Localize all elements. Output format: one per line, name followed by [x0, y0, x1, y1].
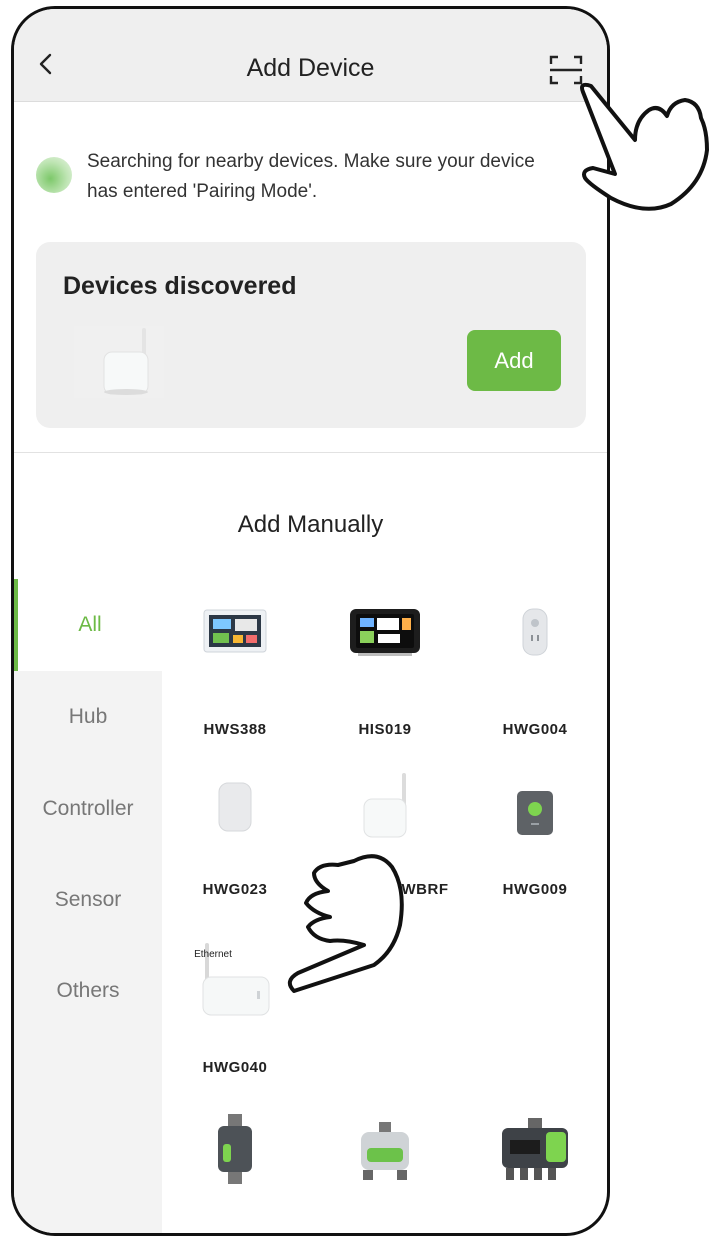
valve-controller-icon [517, 791, 553, 835]
category-hub[interactable]: Hub [14, 671, 162, 763]
device-label: HWS388 [203, 721, 267, 738]
device-multi-zone-timer[interactable] [465, 1114, 605, 1214]
category-others[interactable]: Others [14, 945, 162, 1037]
category-sensor[interactable]: Sensor [14, 854, 162, 946]
phone-frame: Add Device Searching for nearby devices.… [11, 6, 610, 1236]
discovered-title: Devices discovered [63, 272, 297, 300]
device-hwg004[interactable]: HWG004 [465, 599, 605, 739]
discovered-device-image [74, 326, 164, 398]
add-button[interactable]: Add [467, 330, 561, 391]
image-label: Ethernet [194, 949, 232, 960]
device-hose-timer[interactable] [315, 1114, 455, 1214]
device-water-timer[interactable] [165, 1114, 305, 1214]
hose-timer-icon [361, 1122, 409, 1180]
category-controller[interactable]: Controller [14, 763, 162, 855]
search-message: Searching for nearby devices. Make sure … [87, 151, 535, 202]
device-label: HWG004 [502, 721, 568, 738]
smart-plug-icon [522, 608, 548, 656]
device-label: HWG009 [502, 881, 568, 898]
device-his019[interactable]: HIS019 [315, 599, 455, 739]
device-hwg009[interactable]: HWG009 [465, 769, 605, 909]
radar-icon [36, 157, 72, 193]
weather-station-icon [203, 609, 267, 653]
device-hws388[interactable]: HWS388 [165, 599, 305, 739]
multi-zone-timer-icon [502, 1118, 568, 1180]
category-sidebar: All Hub Controller Sensor Others [14, 579, 162, 1233]
divider [14, 452, 607, 453]
hand-pointer-icon [580, 82, 709, 211]
water-timer-icon [218, 1114, 252, 1184]
sensor-icon [218, 782, 252, 832]
device-label: HIS019 [358, 721, 412, 738]
app-header: Add Device [14, 9, 607, 102]
display-station-icon [350, 609, 420, 656]
page-title: Add Device [246, 54, 375, 82]
gateway-icon [363, 773, 407, 838]
hub-icon [103, 328, 149, 395]
discovered-card: Devices discovered Add [36, 242, 586, 428]
device-label: HWG040 [202, 1059, 268, 1076]
category-all[interactable]: All [14, 579, 162, 671]
manual-section-title: Add Manually [237, 511, 384, 538]
hand-pointer-icon [287, 854, 404, 993]
